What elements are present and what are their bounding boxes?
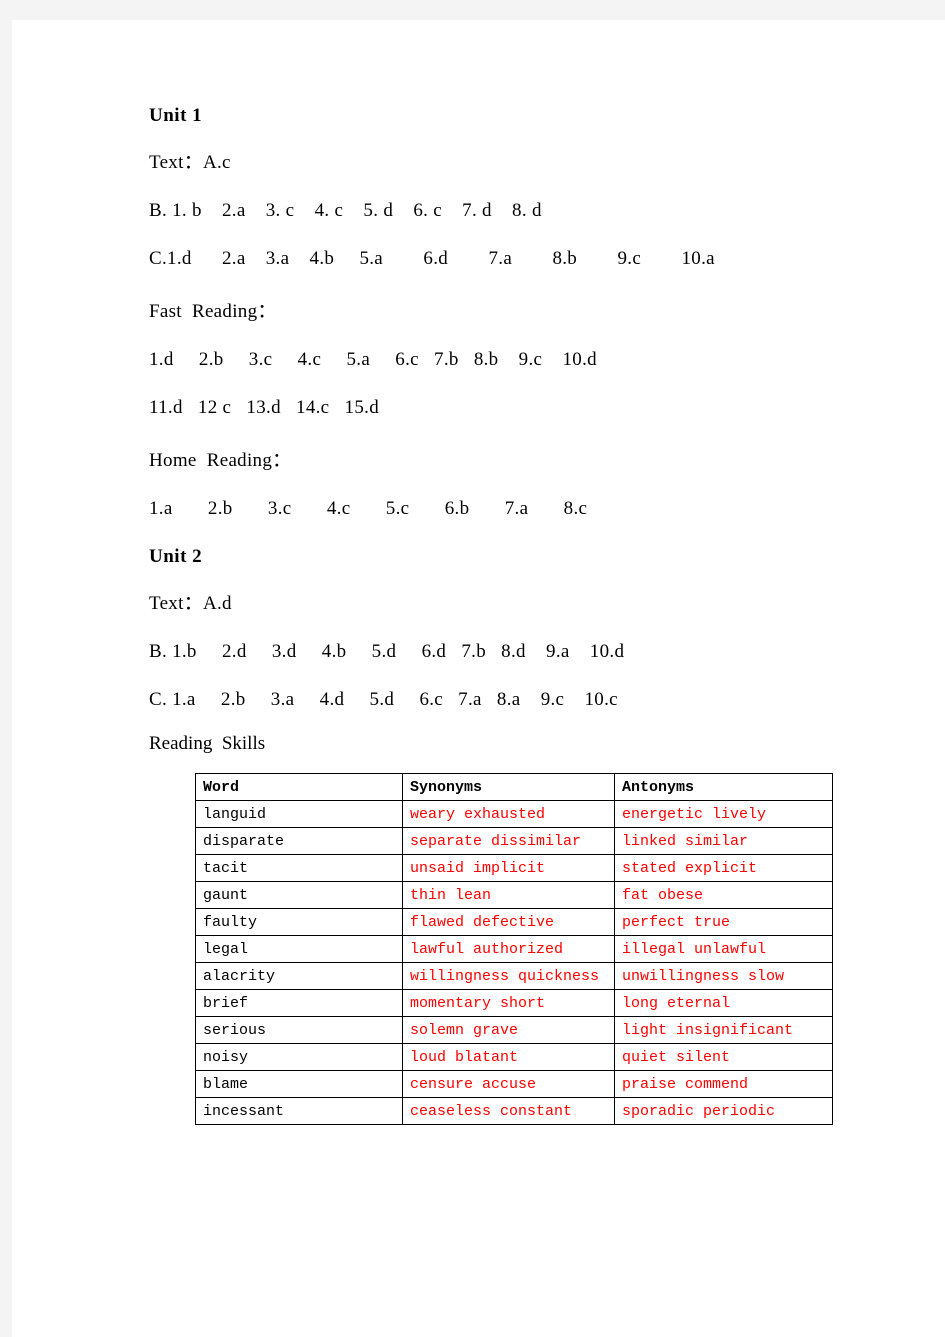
cell-antonyms: quiet silent bbox=[614, 1043, 833, 1071]
cell-synonyms: solemn grave bbox=[402, 1016, 615, 1044]
document-content: Unit 1 Text：A.c B. 1. b 2.a 3. c 4. c 5.… bbox=[149, 105, 849, 1125]
cell-word: languid bbox=[195, 800, 403, 828]
cell-word: gaunt bbox=[195, 881, 403, 909]
cell-word: serious bbox=[195, 1016, 403, 1044]
unit-2-section-b-line: B. 1.b 2.d 3.d 4.b 5.d 6.d 7.b 8.d 9.a 1… bbox=[149, 641, 625, 662]
cell-synonyms: unsaid implicit bbox=[402, 854, 615, 882]
unit-1-section-b-line: B. 1. b 2.a 3. c 4. c 5. d 6. c 7. d 8. … bbox=[149, 200, 542, 221]
table-header-row: Word Synonyms Antonyms bbox=[195, 773, 833, 801]
table-row: alacrity willingness quickness unwilling… bbox=[195, 962, 833, 990]
table-row: noisy loud blatant quiet silent bbox=[195, 1043, 833, 1071]
table-row: legal lawful authorized illegal unlawful bbox=[195, 935, 833, 963]
table-row: incessant ceaseless constant sporadic pe… bbox=[195, 1097, 833, 1125]
cell-antonyms: perfect true bbox=[614, 908, 833, 936]
unit-1-section: Unit 1 Text：A.c B. 1. b 2.a 3. c 4. c 5.… bbox=[149, 105, 849, 520]
table-row: tacit unsaid implicit stated explicit bbox=[195, 854, 833, 882]
unit-1-text-answer-line: Text：A.c bbox=[149, 152, 231, 173]
cell-antonyms: energetic lively bbox=[614, 800, 833, 828]
cell-antonyms: linked similar bbox=[614, 827, 833, 855]
table-row: disparate separate dissimilar linked sim… bbox=[195, 827, 833, 855]
table-row: serious solemn grave light insignificant bbox=[195, 1016, 833, 1044]
unit-1-home-reading-label: Home Reading： bbox=[149, 450, 292, 471]
unit-2-section: Unit 2 Text：A.d B. 1.b 2.d 3.d 4.b 5.d 6… bbox=[149, 546, 849, 755]
table-row: brief momentary short long eternal bbox=[195, 989, 833, 1017]
unit-1-section-c-line: C.1.d 2.a 3.a 4.b 5.a 6.d 7.a 8.b 9.c 10… bbox=[149, 248, 715, 269]
cell-word: tacit bbox=[195, 854, 403, 882]
unit-2-text-answer-line: Text：A.d bbox=[149, 593, 232, 614]
cell-antonyms: sporadic periodic bbox=[614, 1097, 833, 1125]
cell-word: brief bbox=[195, 989, 403, 1017]
table-row: blame censure accuse praise commend bbox=[195, 1070, 833, 1098]
cell-synonyms: momentary short bbox=[402, 989, 615, 1017]
reading-skills-table: Word Synonyms Antonyms languid weary exh… bbox=[195, 773, 833, 1125]
unit-2-section-c-line: C. 1.a 2.b 3.a 4.d 5.d 6.c 7.a 8.a 9.c 1… bbox=[149, 689, 618, 710]
cell-synonyms: weary exhausted bbox=[402, 800, 615, 828]
cell-antonyms: illegal unlawful bbox=[614, 935, 833, 963]
cell-antonyms: light insignificant bbox=[614, 1016, 833, 1044]
cell-antonyms: praise commend bbox=[614, 1070, 833, 1098]
cell-synonyms: lawful authorized bbox=[402, 935, 615, 963]
cell-word: incessant bbox=[195, 1097, 403, 1125]
cell-word: noisy bbox=[195, 1043, 403, 1071]
cell-synonyms: censure accuse bbox=[402, 1070, 615, 1098]
cell-synonyms: thin lean bbox=[402, 881, 615, 909]
cell-synonyms: flawed defective bbox=[402, 908, 615, 936]
cell-antonyms: unwillingness slow bbox=[614, 962, 833, 990]
cell-synonyms: ceaseless constant bbox=[402, 1097, 615, 1125]
unit-1-heading: Unit 1 bbox=[149, 105, 203, 126]
table-row: languid weary exhausted energetic lively bbox=[195, 800, 833, 828]
unit-1-fast-reading-label: Fast Reading： bbox=[149, 301, 277, 322]
column-header-word: Word bbox=[195, 773, 403, 801]
cell-synonyms: separate dissimilar bbox=[402, 827, 615, 855]
cell-word: legal bbox=[195, 935, 403, 963]
cell-antonyms: stated explicit bbox=[614, 854, 833, 882]
column-header-synonyms: Synonyms bbox=[402, 773, 615, 801]
unit-1-fast-reading-answers-1: 1.d 2.b 3.c 4.c 5.a 6.c 7.b 8.b 9.c 10.d bbox=[149, 349, 597, 370]
cell-synonyms: loud blatant bbox=[402, 1043, 615, 1071]
unit-1-home-reading-answers: 1.a 2.b 3.c 4.c 5.c 6.b 7.a 8.c bbox=[149, 498, 588, 519]
table-row: faulty flawed defective perfect true bbox=[195, 908, 833, 936]
cell-word: disparate bbox=[195, 827, 403, 855]
table-row: gaunt thin lean fat obese bbox=[195, 881, 833, 909]
unit-2-heading: Unit 2 bbox=[149, 546, 203, 567]
document-page: Unit 1 Text：A.c B. 1. b 2.a 3. c 4. c 5.… bbox=[12, 20, 945, 1337]
cell-synonyms: willingness quickness bbox=[402, 962, 615, 990]
cell-word: faulty bbox=[195, 908, 403, 936]
cell-word: blame bbox=[195, 1070, 403, 1098]
column-header-antonyms: Antonyms bbox=[614, 773, 833, 801]
cell-word: alacrity bbox=[195, 962, 403, 990]
cell-antonyms: long eternal bbox=[614, 989, 833, 1017]
reading-skills-label: Reading Skills bbox=[149, 733, 266, 754]
unit-1-fast-reading-answers-2: 11.d 12 c 13.d 14.c 15.d bbox=[149, 397, 380, 418]
cell-antonyms: fat obese bbox=[614, 881, 833, 909]
